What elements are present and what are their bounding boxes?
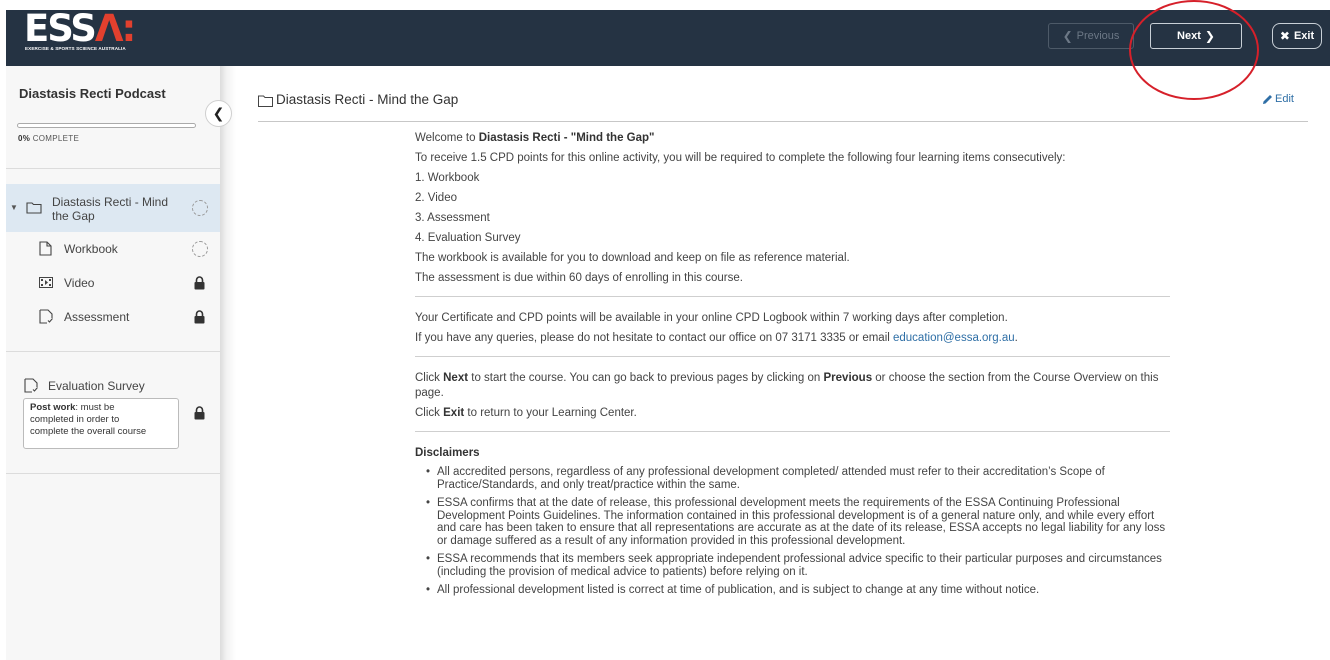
certificate-note: Your Certificate and CPD points will be … bbox=[415, 312, 1008, 324]
step-item: 4. Evaluation Survey bbox=[415, 232, 521, 244]
chevron-left-icon: ❮ bbox=[1062, 29, 1073, 43]
intro-text: To receive 1.5 CPD points for this onlin… bbox=[415, 152, 1066, 164]
click-exit-text: Click Exit to return to your Learning Ce… bbox=[415, 406, 1170, 421]
content-divider bbox=[415, 431, 1170, 432]
pencil-icon bbox=[1263, 94, 1273, 104]
lock-icon bbox=[194, 276, 205, 290]
step-item: 1. Workbook bbox=[415, 172, 480, 184]
progress-bar bbox=[17, 123, 196, 128]
text-bold: Next bbox=[443, 372, 469, 384]
note-text: complete the overall course bbox=[30, 426, 147, 437]
incomplete-status-icon bbox=[192, 241, 208, 257]
collapse-sidebar-button[interactable]: ❮ bbox=[205, 100, 232, 127]
previous-button-label: Previous bbox=[1076, 30, 1120, 42]
lock-icon bbox=[194, 406, 205, 420]
contact-text: If you have any queries, please do not h… bbox=[415, 331, 1170, 346]
edit-label: Edit bbox=[1275, 93, 1294, 105]
welcome-text: Welcome to Diastasis Recti - "Mind the G… bbox=[415, 131, 1170, 146]
lock-icon bbox=[194, 310, 205, 324]
progress-percent: 0% bbox=[18, 134, 31, 143]
post-work-note: Post work: must be completed in order to… bbox=[23, 398, 179, 449]
note-text: completed in order to bbox=[30, 414, 120, 425]
incomplete-status-icon bbox=[192, 200, 208, 216]
sidebar-item-video[interactable]: Video bbox=[6, 272, 220, 296]
folder-icon bbox=[258, 95, 273, 107]
essa-logo[interactable]: ESSΛ: EXERCISE & SPORTS SCIENCE AUSTRALI… bbox=[24, 7, 164, 58]
text-fragment: Click bbox=[415, 372, 444, 384]
course-name: Diastasis Recti - "Mind the Gap" bbox=[478, 132, 655, 144]
note-bold: Post work bbox=[30, 402, 76, 413]
sidebar-divider bbox=[6, 168, 220, 169]
page-header: Diastasis Recti - Mind the Gap Edit bbox=[258, 86, 1308, 122]
contact-prefix: If you have any queries, please do not h… bbox=[415, 332, 893, 344]
sidebar-item-label: Video bbox=[64, 276, 95, 290]
page-title: Diastasis Recti - Mind the Gap bbox=[276, 92, 459, 107]
sidebar-item-workbook[interactable]: Workbook bbox=[6, 238, 220, 262]
step-item: 2. Video bbox=[415, 192, 457, 204]
course-content: Welcome to Diastasis Recti - "Mind the G… bbox=[415, 131, 1170, 603]
caret-down-icon[interactable]: ▼ bbox=[10, 203, 18, 212]
assessment-icon bbox=[24, 378, 38, 393]
sidebar-item-label: Diastasis Recti - Mind bbox=[52, 195, 169, 209]
text-fragment: Click bbox=[415, 407, 444, 419]
workbook-note: The workbook is available for you to dow… bbox=[415, 252, 850, 264]
sidebar-item-module[interactable]: ▼ Diastasis Recti - Mind the Gap bbox=[6, 184, 220, 232]
sidebar-item-label-cont: the Gap bbox=[52, 209, 95, 223]
progress-suffix: COMPLETE bbox=[32, 134, 80, 143]
course-title: Diastasis Recti Podcast bbox=[19, 86, 166, 101]
sidebar-divider bbox=[6, 473, 220, 474]
sidebar-item-label: Assessment bbox=[64, 310, 130, 324]
contact-email-link[interactable]: education@essa.org.au bbox=[893, 332, 1015, 344]
course-sidebar: Diastasis Recti Podcast 0% COMPLETE ▼ Di… bbox=[6, 66, 220, 660]
video-icon bbox=[39, 277, 53, 288]
text-bold: Exit bbox=[443, 407, 465, 419]
content-divider bbox=[415, 296, 1170, 297]
sidebar-item-label: Evaluation Survey bbox=[48, 379, 145, 393]
disclaimer-item: ESSA recommends that its members seek ap… bbox=[426, 553, 1170, 578]
content-divider bbox=[415, 356, 1170, 357]
assessment-icon bbox=[39, 309, 53, 324]
click-next-text: Click Next to start the course. You can … bbox=[415, 371, 1170, 401]
annotation-circle bbox=[1129, 0, 1259, 100]
close-icon: ✖ bbox=[1279, 29, 1290, 43]
exit-button[interactable]: ✖ Exit bbox=[1272, 23, 1322, 49]
logo-accent: Λ: bbox=[94, 7, 136, 50]
logo-tagline: EXERCISE & SPORTS SCIENCE AUSTRALIA bbox=[25, 46, 126, 51]
note-text: : must be bbox=[75, 402, 115, 413]
exit-button-label: Exit bbox=[1293, 30, 1315, 42]
progress-label: 0% COMPLETE bbox=[18, 134, 79, 143]
disclaimer-item: ESSA confirms that at the date of releas… bbox=[426, 497, 1170, 547]
logo-wordmark: ESS bbox=[24, 7, 97, 50]
due-note: The assessment is due within 60 days of … bbox=[415, 272, 743, 284]
sidebar-divider bbox=[6, 351, 220, 352]
sidebar-item-evaluation-survey[interactable]: Evaluation Survey bbox=[6, 376, 220, 396]
text-fragment: to return to your Learning Center. bbox=[464, 407, 637, 419]
chevron-left-icon: ❮ bbox=[212, 105, 225, 121]
document-icon bbox=[39, 241, 52, 256]
contact-suffix: . bbox=[1014, 332, 1018, 344]
text-fragment: to start the course. You can go back to … bbox=[468, 372, 824, 384]
previous-button[interactable]: ❮ Previous bbox=[1048, 23, 1134, 49]
folder-icon bbox=[26, 202, 42, 214]
disclaimers-heading: Disclaimers bbox=[415, 447, 480, 459]
step-item: 3. Assessment bbox=[415, 212, 490, 224]
disclaimer-item: All professional development listed is c… bbox=[426, 584, 1170, 597]
text-bold: Previous bbox=[823, 372, 873, 384]
disclaimer-item: All accredited persons, regardless of an… bbox=[426, 466, 1170, 491]
sidebar-item-label: Workbook bbox=[64, 242, 118, 256]
sidebar-item-assessment[interactable]: Assessment bbox=[6, 306, 220, 330]
edit-link[interactable]: Edit bbox=[1262, 93, 1294, 105]
welcome-prefix: Welcome to bbox=[415, 132, 479, 144]
sidebar-edge bbox=[220, 66, 236, 660]
disclaimer-list: All accredited persons, regardless of an… bbox=[415, 466, 1170, 597]
